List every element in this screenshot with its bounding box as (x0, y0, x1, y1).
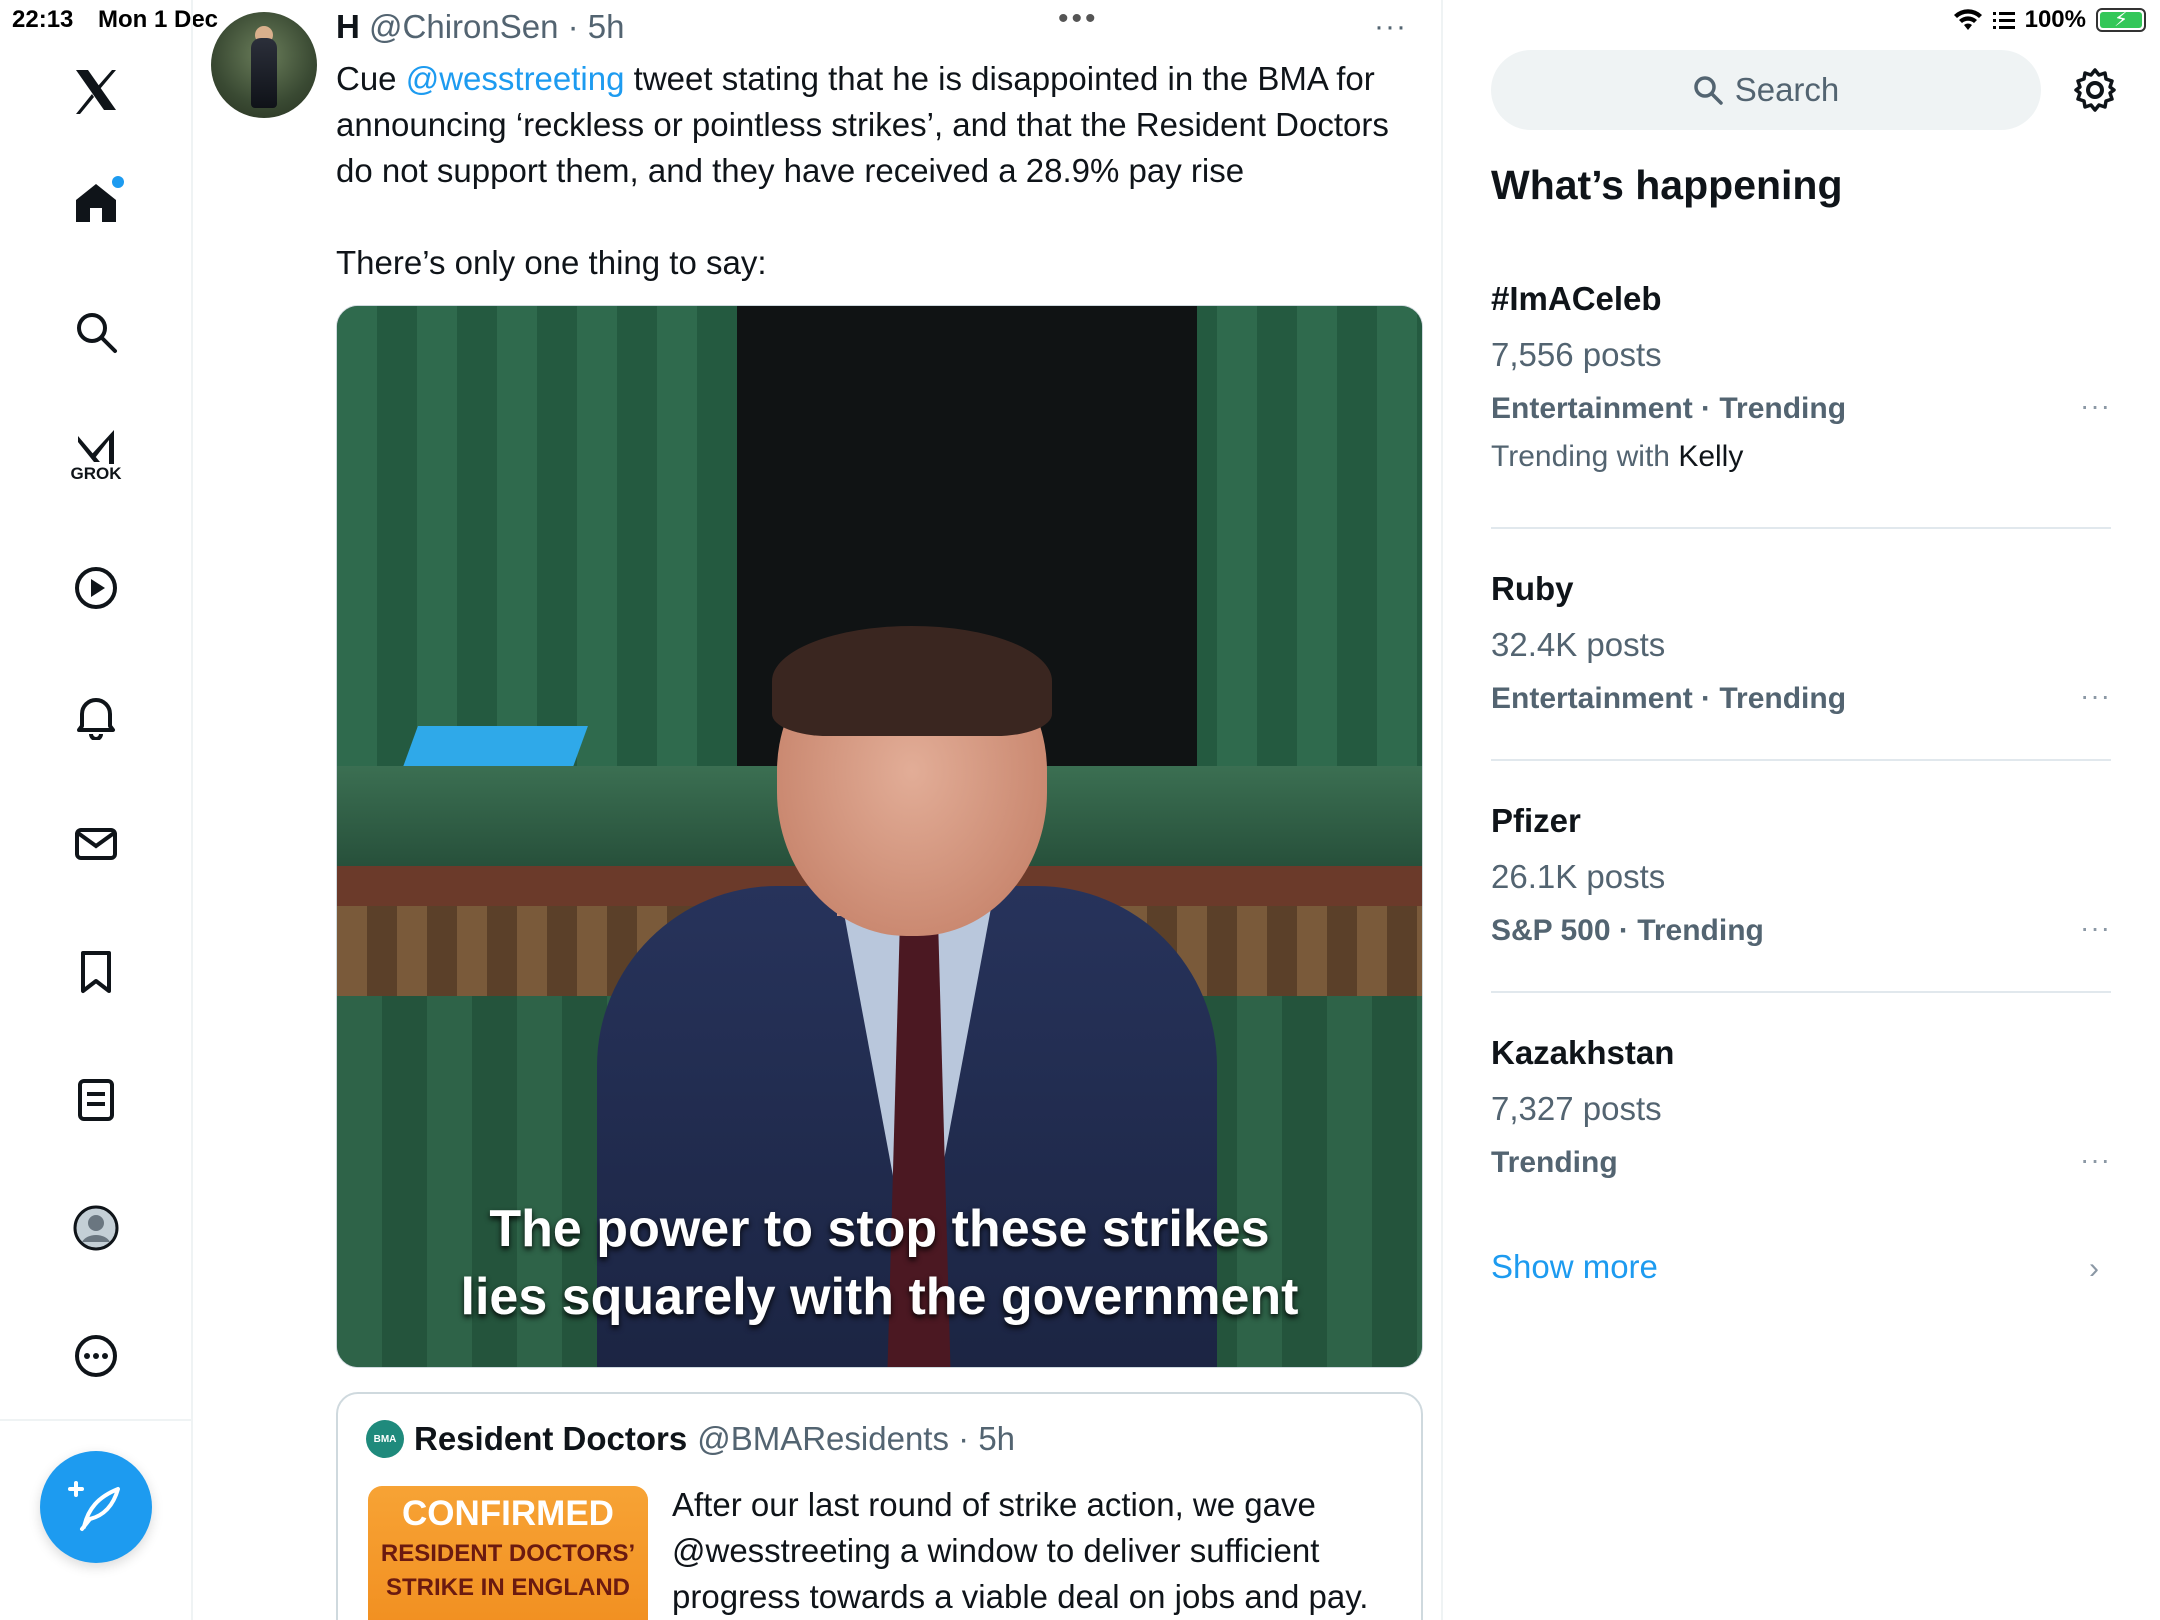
x-logo-icon[interactable] (64, 58, 128, 122)
trend-category: Entertainment · Trending (1491, 392, 1847, 425)
tweet-text-pre: Cue (336, 60, 406, 97)
tweet-time[interactable]: 5h (588, 8, 625, 45)
bma-avatar[interactable]: BMA (366, 1420, 404, 1458)
tweet-more-button[interactable]: ··· (1374, 10, 1407, 44)
trend-more-button[interactable]: ··· (2080, 680, 2111, 712)
trend-item[interactable]: Ruby 32.4K posts Entertainment · Trendin… (1491, 570, 2111, 716)
trend-name: Ruby (1491, 570, 1574, 607)
divider (1491, 527, 2111, 529)
thumb-line-1: RESIDENT DOCTORS’ (380, 1540, 636, 1567)
nav-divider (0, 1419, 193, 1421)
show-more-link[interactable]: Show more (1491, 1248, 1658, 1286)
search-icon (1693, 76, 1723, 105)
profile-icon[interactable] (64, 1196, 128, 1260)
section-title: What’s happening (1491, 162, 1843, 208)
chevron-right-icon[interactable]: › (2089, 1252, 2099, 1286)
trending-with-name[interactable]: Kelly (1678, 440, 1743, 473)
trend-category: Trending (1491, 1146, 1618, 1179)
video-icon[interactable] (64, 556, 128, 620)
trend-posts: 32.4K posts (1491, 626, 1666, 663)
trend-more-button[interactable]: ··· (2080, 912, 2111, 944)
tweet-text: Cue @wesstreeting tweet stating that he … (336, 56, 1416, 286)
tweet-header: H @ChironSen · 5h (336, 8, 625, 46)
caption-line-2: lies squarely with the government (460, 1268, 1299, 1326)
gear-icon[interactable] (2071, 66, 2119, 114)
trend-item[interactable]: Kazakhstan 7,327 posts Trending ··· (1491, 1034, 2111, 1180)
left-navigation: GROK (0, 0, 193, 1620)
trend-posts: 26.1K posts (1491, 858, 1666, 895)
lists-icon[interactable] (64, 1068, 128, 1132)
trend-category: Entertainment · Trending (1491, 682, 1847, 715)
trend-more-button[interactable]: ··· (2080, 1144, 2111, 1176)
thumb-line-2: STRIKE IN ENGLAND (385, 1574, 630, 1601)
trend-item[interactable]: #ImACeleb 7,556 posts Entertainment · Tr… (1491, 280, 2111, 474)
trend-name: Pfizer (1491, 802, 1581, 839)
trend-item[interactable]: Pfizer 26.1K posts S&P 500 · Trending ··… (1491, 802, 2111, 948)
divider (1491, 759, 2111, 761)
trend-name: #ImACeleb (1491, 280, 1662, 317)
search-icon[interactable] (64, 300, 128, 364)
quote-thumbnail[interactable]: CONFIRMED RESIDENT DOCTORS’ STRIKE IN EN… (368, 1486, 648, 1620)
trend-posts: 7,327 posts (1491, 1090, 1662, 1127)
tweet-video[interactable]: The power to stop these strikes lies squ… (336, 305, 1423, 1368)
notification-dot (112, 176, 124, 188)
mention-link[interactable]: @wesstreeting (406, 60, 625, 97)
compose-button[interactable] (40, 1451, 152, 1563)
quote-display-name[interactable]: Resident Doctors (414, 1420, 687, 1458)
compose-icon (68, 1481, 120, 1531)
thumb-title: CONFIRMED (402, 1494, 614, 1533)
search-placeholder: Search (1734, 71, 1840, 108)
trend-category: S&P 500 · Trending (1491, 914, 1764, 947)
quote-header: BMA Resident Doctors @BMAResidents · 5h (366, 1420, 1015, 1458)
display-name[interactable]: H (336, 8, 360, 45)
video-caption: The power to stop these strikes lies squ… (337, 1195, 1422, 1331)
grok-label: GROK (70, 464, 122, 483)
divider (1491, 991, 2111, 993)
tweet-text-2: There’s only one thing to say: (336, 244, 767, 281)
separator: · (558, 8, 588, 45)
trending-with-prefix: Trending with (1491, 440, 1679, 473)
trend-name: Kazakhstan (1491, 1034, 1675, 1071)
bookmark-icon[interactable] (64, 940, 128, 1004)
search-input[interactable]: Search (1491, 50, 2041, 130)
user-handle[interactable]: @ChironSen (369, 8, 558, 45)
avatar[interactable] (211, 12, 317, 118)
main-timeline: H @ChironSen · 5h ··· Cue @wesstreeting … (193, 0, 1443, 1620)
separator: · (948, 1420, 979, 1457)
notifications-icon[interactable] (64, 684, 128, 748)
quoted-tweet[interactable]: BMA Resident Doctors @BMAResidents · 5h … (336, 1392, 1423, 1620)
right-sidebar: Search What’s happening #ImACeleb 7,556 … (1443, 0, 2160, 1620)
quote-time[interactable]: 5h (978, 1420, 1015, 1457)
quote-text: After our last round of strike action, w… (672, 1486, 1369, 1615)
more-icon[interactable] (64, 1324, 128, 1388)
grok-icon[interactable]: GROK (64, 418, 128, 483)
caption-line-1: The power to stop these strikes (489, 1200, 1270, 1258)
trending-with: Trending with Kelly (1491, 440, 2111, 474)
trend-more-button[interactable]: ··· (2080, 390, 2111, 422)
quote-handle[interactable]: @BMAResidents (697, 1420, 949, 1457)
trend-posts: 7,556 posts (1491, 336, 1662, 373)
messages-icon[interactable] (64, 812, 128, 876)
home-icon[interactable] (64, 170, 128, 234)
